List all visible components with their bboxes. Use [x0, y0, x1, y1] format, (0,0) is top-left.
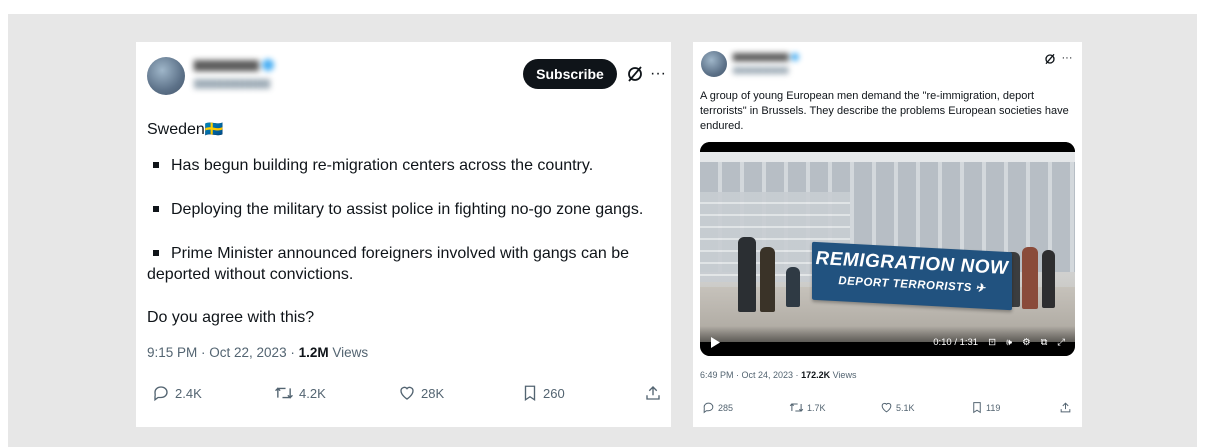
post-text-sweden: Sweden	[147, 121, 205, 138]
reply-button[interactable]: 2.4K	[152, 384, 202, 402]
repost-count: 4.2K	[299, 385, 326, 401]
reply-icon	[703, 402, 714, 414]
repost-button[interactable]: 4.2K	[274, 384, 326, 402]
share-icon	[1060, 402, 1071, 413]
person	[1022, 247, 1038, 309]
avatar[interactable]	[147, 57, 185, 95]
reply-button[interactable]: 285	[702, 401, 733, 414]
repost-icon	[275, 387, 293, 399]
bullet-text-continued: deported without convictions.	[147, 266, 354, 283]
share-button[interactable]	[644, 384, 662, 402]
blurred-author-handle: ▆▆▆▆▆▆▆▆▆	[194, 77, 271, 89]
share-icon	[646, 386, 660, 400]
video-letterbox	[700, 142, 1075, 152]
video-frame: REMIGRATION NOW DEPORT TERRORISTS ✈	[700, 152, 1075, 342]
bookmark-button[interactable]: 119	[971, 401, 1000, 414]
views-label: Views	[328, 345, 369, 360]
bullet-icon	[153, 205, 159, 212]
grok-icon[interactable]	[1043, 52, 1057, 66]
bookmark-count: 119	[986, 402, 1001, 413]
video-time: 0:10 / 1:31	[933, 337, 979, 348]
share-button[interactable]	[1059, 401, 1072, 414]
volume-icon[interactable]: 🕪	[1006, 337, 1012, 348]
like-count: 28K	[421, 385, 445, 401]
like-icon	[881, 402, 892, 413]
like-button[interactable]: 28K	[398, 384, 444, 402]
blurred-author-handle: ▆▆▆▆▆▆▆▆▆	[733, 65, 789, 74]
post-card-brussels: ▆▆▆▆▆▆▆▆ ▆▆▆▆▆▆▆▆▆ ··· A group of young …	[693, 42, 1082, 427]
bullet-icon	[153, 249, 159, 256]
bullet-text: Deploying the military to assist police …	[171, 201, 644, 218]
bookmark-button[interactable]: 260	[522, 384, 565, 402]
person	[786, 267, 800, 307]
sweden-flag-icon: 🇸🇪	[204, 121, 224, 138]
bullet-item: Deploying the military to assist police …	[147, 199, 643, 220]
person	[738, 237, 756, 312]
views-count: 1.2M	[298, 345, 329, 360]
repost-icon	[789, 403, 804, 412]
post-question: Do you agree with this?	[147, 309, 315, 326]
cc-icon[interactable]: ⊡	[988, 337, 996, 348]
repost-count: 1.7K	[807, 402, 826, 413]
like-icon	[400, 386, 414, 400]
more-icon[interactable]: ···	[1060, 51, 1074, 65]
bookmark-count: 260	[543, 385, 565, 401]
reply-count: 285	[718, 402, 734, 413]
post-text-line: Sweden🇸🇪	[147, 119, 224, 140]
grok-icon[interactable]	[625, 64, 645, 84]
bullet-item: Prime Minister announced foreigners invo…	[147, 243, 629, 264]
pip-icon[interactable]: ⧉	[1041, 337, 1048, 348]
banner-line2-text: DEPORT TERRORISTS	[838, 275, 972, 295]
views-label: Views	[830, 370, 857, 380]
subscribe-button[interactable]: Subscribe	[523, 59, 617, 89]
like-count: 5.1K	[896, 402, 915, 413]
video-player[interactable]: REMIGRATION NOW DEPORT TERRORISTS ✈ 0:10…	[700, 142, 1075, 356]
bullet-icon	[153, 161, 159, 168]
play-icon	[711, 337, 720, 348]
blurred-author-name[interactable]: ▆▆▆▆▆▆▆▆	[733, 51, 799, 62]
reply-count: 2.4K	[175, 385, 202, 401]
reply-icon	[154, 386, 168, 402]
video-controls: 0:10 / 1:31 ⊡ 🕪 ⚙ ⧉ ⤢	[933, 337, 1065, 348]
action-bar: 285 1.7K 5.1K 119	[693, 401, 1082, 421]
settings-icon[interactable]: ⚙	[1022, 337, 1031, 348]
bullet-text: Prime Minister announced foreigners invo…	[171, 245, 630, 262]
post-meta: 9:15 PM · Oct 22, 2023 · 1.2M Views	[147, 345, 368, 360]
post-card-sweden: ▆▆▆▆▆▆▆ ▆▆▆▆▆▆▆▆▆ Subscribe ··· Sweden🇸🇪…	[136, 42, 671, 427]
post-meta: 6:49 PM · Oct 24, 2023 · 172.2K Views	[700, 370, 856, 380]
action-bar: 2.4K 4.2K 28K 260	[136, 384, 671, 414]
avatar[interactable]	[701, 51, 727, 77]
bullet-item: Has begun building re-migration centers …	[147, 155, 593, 176]
person	[760, 247, 775, 312]
timestamp[interactable]: 6:49 PM · Oct 24, 2023 ·	[700, 370, 801, 380]
bullet-text: Has begun building re-migration centers …	[171, 157, 594, 174]
repost-button[interactable]: 1.7K	[789, 401, 826, 414]
post-text: A group of young European men demand the…	[700, 90, 1069, 132]
views-count: 172.2K	[801, 370, 831, 380]
more-icon[interactable]: ···	[648, 64, 668, 84]
protest-banner: REMIGRATION NOW DEPORT TERRORISTS ✈	[812, 241, 1012, 311]
fullscreen-icon[interactable]: ⤢	[1057, 337, 1065, 348]
play-button[interactable]	[710, 337, 720, 348]
verified-badge-icon	[790, 52, 799, 61]
person	[1042, 250, 1055, 308]
plane-icon: ✈	[975, 282, 986, 295]
like-button[interactable]: 5.1K	[880, 401, 915, 414]
timestamp[interactable]: 9:15 PM · Oct 22, 2023 ·	[147, 345, 299, 360]
verified-badge-icon	[261, 58, 274, 71]
bookmark-icon	[524, 385, 536, 402]
blurred-author-name[interactable]: ▆▆▆▆▆▆▆	[194, 57, 274, 71]
bookmark-icon	[973, 402, 981, 414]
